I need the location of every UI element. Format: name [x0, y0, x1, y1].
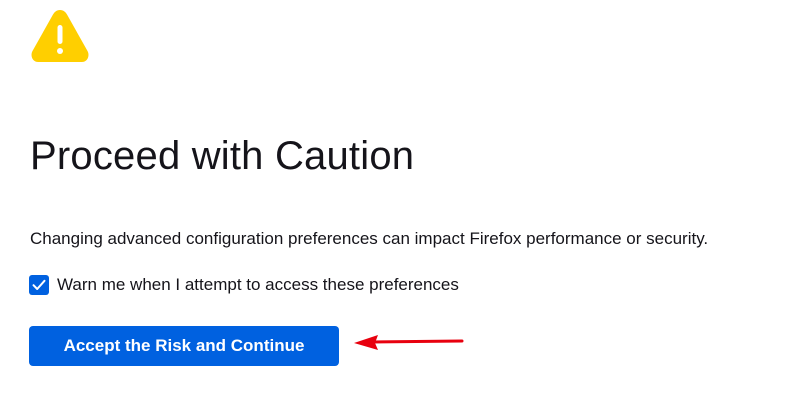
warn-checkbox[interactable]: [29, 275, 49, 295]
warning-description: Changing advanced configuration preferen…: [30, 229, 709, 248]
accept-risk-button[interactable]: Accept the Risk and Continue: [29, 326, 339, 366]
about-config-warning-page: Proceed with Caution Changing advanced c…: [0, 0, 786, 403]
checkmark-icon: [32, 279, 46, 290]
warn-checkbox-label: Warn me when I attempt to access these p…: [57, 275, 459, 294]
warn-preference-checkbox-row[interactable]: Warn me when I attempt to access these p…: [29, 274, 459, 296]
red-arrow-icon: [354, 335, 464, 350]
page-title: Proceed with Caution: [30, 134, 415, 178]
warning-icon: [31, 10, 89, 62]
